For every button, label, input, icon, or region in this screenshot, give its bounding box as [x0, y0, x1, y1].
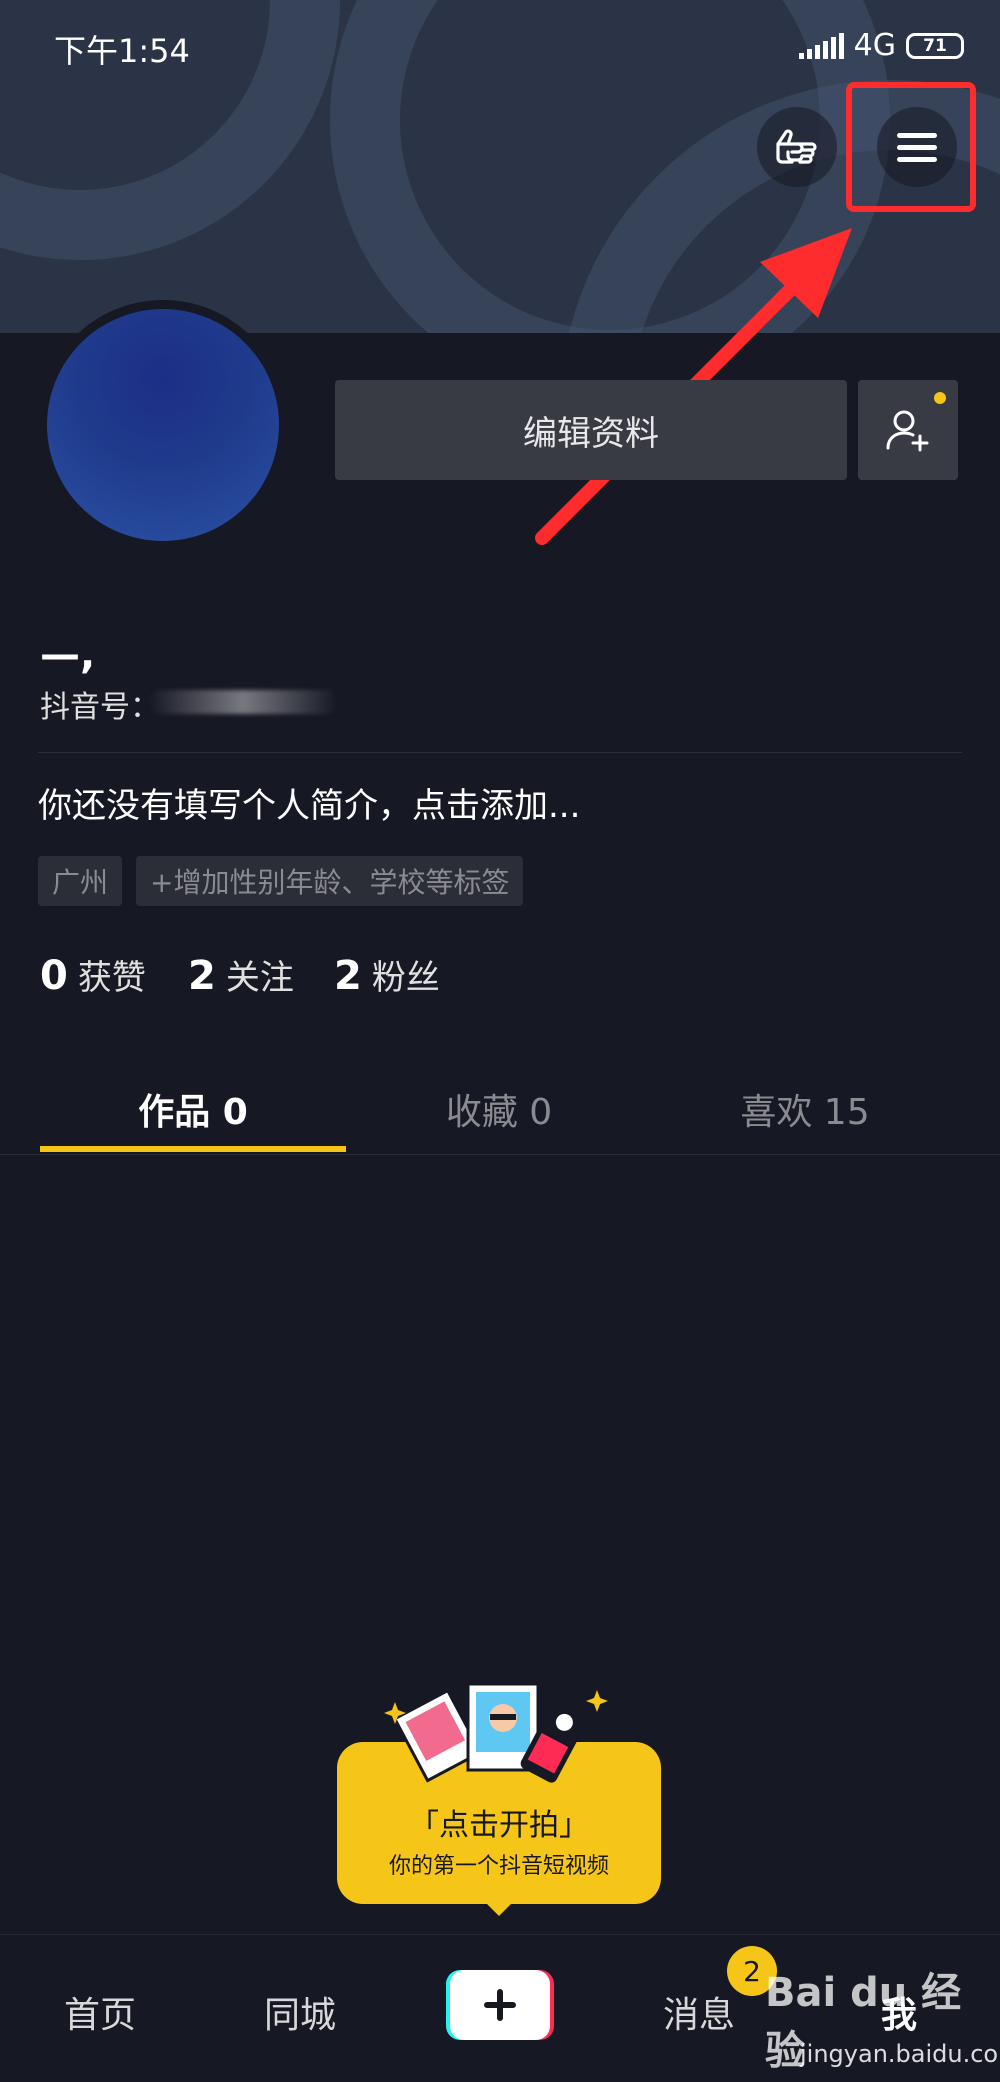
stat-label: 关注	[225, 958, 294, 998]
stat-following[interactable]: 2 关注	[188, 950, 294, 999]
notification-dot	[934, 392, 946, 404]
battery-level: 71	[923, 35, 947, 56]
tab-works[interactable]: 作品 0	[40, 1083, 346, 1135]
stat-likes[interactable]: 0 获赞	[40, 950, 146, 999]
hand-gesture-button[interactable]	[757, 107, 837, 187]
edit-profile-button[interactable]: 编辑资料	[335, 380, 847, 480]
active-tab-indicator	[40, 1146, 346, 1152]
avatar-image	[47, 309, 279, 541]
divider	[38, 752, 962, 753]
bubble-tail	[485, 1902, 513, 1916]
shoot-prompt-subtitle: 你的第一个抖音短视频	[388, 1854, 609, 1879]
signal-icon	[798, 32, 844, 59]
douyin-id-redacted	[148, 690, 338, 714]
nav-nearby[interactable]: 同城	[225, 1986, 375, 2038]
watermark-url: jingyan.baidu.com	[800, 2040, 1000, 2068]
tab-favorites[interactable]: 收藏 0	[346, 1083, 652, 1135]
add-tags-button[interactable]: +增加性别年龄、学校等标签	[136, 856, 524, 906]
tag-city[interactable]: 广州	[38, 856, 123, 906]
stat-label: 粉丝	[371, 958, 440, 998]
bio-prompt[interactable]: 你还没有填写个人简介，点击添加...	[38, 778, 580, 827]
stat-label: 获赞	[77, 958, 146, 998]
photo-cards-illustration	[384, 1682, 608, 1783]
stat-value: 2	[188, 953, 216, 999]
hand-icon	[776, 129, 817, 164]
douyin-id-label: 抖音号：	[40, 690, 160, 725]
add-friend-icon	[886, 410, 929, 452]
annotation-highlight-box	[846, 82, 976, 212]
tab-likes[interactable]: 喜欢 15	[652, 1083, 958, 1135]
shoot-prompt-title: 「点击开拍」	[409, 1808, 589, 1843]
nav-home[interactable]: 首页	[25, 1986, 175, 2038]
stat-fans[interactable]: 2 粉丝	[334, 950, 440, 999]
status-indicators: 4G 71	[798, 28, 964, 63]
nickname: —,	[40, 632, 96, 678]
stat-value: 2	[334, 953, 362, 999]
divider	[0, 1154, 1000, 1155]
stat-value: 0	[40, 953, 68, 999]
battery-icon: 71	[906, 32, 964, 59]
avatar[interactable]	[38, 300, 288, 550]
network-type: 4G	[853, 28, 896, 63]
create-video-button[interactable]	[446, 1970, 554, 2040]
status-time: 下午1:54	[54, 32, 190, 70]
